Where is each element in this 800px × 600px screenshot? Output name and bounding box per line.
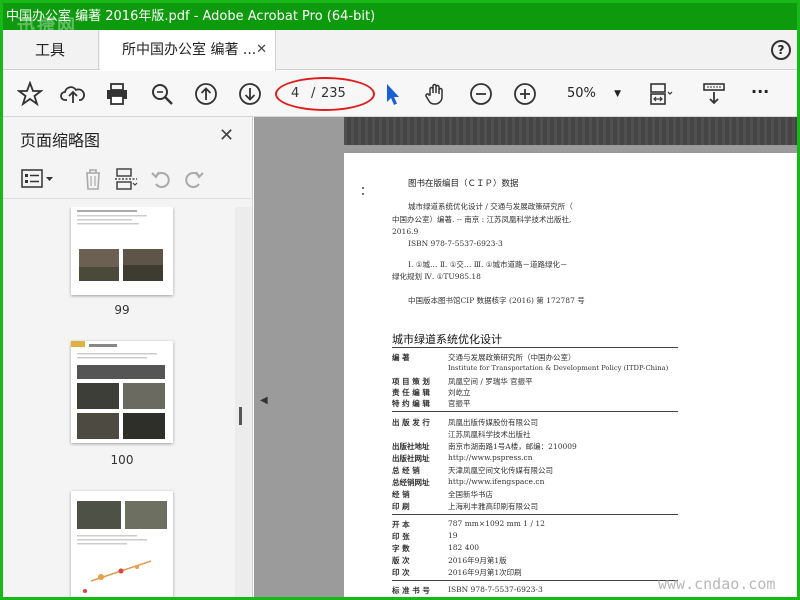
rotate-left-icon[interactable] xyxy=(149,167,173,191)
publisher-value: 南京市湖南路1号A楼，邮编：210009 xyxy=(448,442,577,451)
publisher-value: http://www.pspress.cn xyxy=(448,453,533,462)
panel-close-icon[interactable]: ✕ xyxy=(219,125,234,146)
publisher-label: 经 销 xyxy=(392,490,410,499)
page-down-icon[interactable] xyxy=(237,81,263,107)
publisher-value: 江苏凤凰科学技术出版社 xyxy=(448,430,531,439)
spec-value: 787 mm×1092 mm 1 / 12 xyxy=(448,519,545,528)
spec-value: 19 xyxy=(448,531,458,540)
spec-label: 开 本 xyxy=(392,520,410,529)
title-bar: 中国办公室 编著 2016年版.pdf - Adobe Acrobat Pro … xyxy=(3,3,797,37)
page-up-icon[interactable] xyxy=(193,81,219,107)
tab-tools[interactable]: 工具 xyxy=(3,30,99,70)
panel-toolbar xyxy=(3,159,251,199)
credit-value: 凤凰空间 / 罗瑞华 官振平 xyxy=(448,377,533,386)
delete-page-icon[interactable] xyxy=(81,167,105,191)
panel-resize-handle[interactable] xyxy=(239,407,242,425)
collapse-panel-icon[interactable]: ◀ xyxy=(260,395,268,406)
zoom-search-icon[interactable] xyxy=(149,81,175,107)
toolbar: 4 / 235 50% ▼ ··· xyxy=(3,71,797,117)
publisher-label: 出版社地址 xyxy=(392,442,430,451)
publisher-value: 上海利丰雅高印刷有限公司 xyxy=(448,502,538,511)
spec-label: 版 次 xyxy=(392,556,410,565)
publisher-value: 凤凰出版传媒股份有限公司 xyxy=(448,418,538,427)
page-thumbnail-next[interactable] xyxy=(71,491,173,597)
annotation-ellipse xyxy=(275,77,375,111)
app-window: 中国办公室 编著 2016年版.pdf - Adobe Acrobat Pro … xyxy=(0,0,800,600)
hand-tool-icon[interactable] xyxy=(423,81,449,107)
publisher-label: 总经销网址 xyxy=(392,478,430,487)
cip-line: ISBN 978-7-5537-6923-3 xyxy=(408,239,503,248)
credit-label: 编 著 xyxy=(392,353,410,362)
publisher-value: 天津凤凰空间文化传媒有限公司 xyxy=(448,466,553,475)
tab-close-icon[interactable]: ✕ xyxy=(256,30,267,70)
divider xyxy=(392,580,678,581)
previous-page-edge xyxy=(344,117,797,145)
spec-label: 字 数 xyxy=(392,544,410,553)
divider xyxy=(392,514,678,515)
zoom-out-icon[interactable] xyxy=(468,81,494,107)
cloud-upload-icon[interactable] xyxy=(60,81,86,107)
thumbnail-label: 99 xyxy=(114,303,130,317)
tab-document[interactable]: 所中国办公室 编著 ... ✕ xyxy=(100,30,276,71)
spec-label: 印 张 xyxy=(392,532,410,541)
thumbnail-scrollbar[interactable] xyxy=(235,207,251,597)
isbn-value: ISBN 978-7-5537-6923-3 xyxy=(448,585,543,594)
cip-line: 中国办公室）编著. -- 南京 : 江苏凤凰科学技术出版社, xyxy=(392,215,572,224)
chevron-down-icon: ▼ xyxy=(614,89,621,99)
publisher-value: 全国新华书店 xyxy=(448,490,493,499)
divider xyxy=(392,411,678,412)
credit-label: 项 目 策 划 xyxy=(392,377,430,386)
spec-value: 2016年9月第1次印刷 xyxy=(448,568,522,577)
page-fit-icon[interactable] xyxy=(647,81,673,107)
divider xyxy=(392,347,678,348)
print-icon[interactable] xyxy=(104,81,130,107)
publisher-value: http://www.ifengspace.cn xyxy=(448,477,545,486)
zoom-in-icon[interactable] xyxy=(512,81,538,107)
credit-value: 官振平 xyxy=(448,399,471,408)
pdf-page: 图书在版编目（ＣＩＰ）数据 城市绿道系统优化设计 / 交通与发展政策研究所（ 中… xyxy=(344,153,797,597)
page-thumbnail-100[interactable] xyxy=(71,341,173,443)
book-title: 城市绿道系统优化设计 xyxy=(392,333,502,346)
cip-title: 图书在版编目（ＣＩＰ）数据 xyxy=(408,179,519,189)
thumbnail-list: 99 100 xyxy=(3,207,235,597)
spec-value: 182 400 xyxy=(448,543,480,552)
cip-line: 绿化规划 Ⅳ. ①TU985.18 xyxy=(392,272,481,281)
bookmark-star-icon[interactable] xyxy=(16,80,44,107)
credit-value: 刘屹立 xyxy=(448,388,471,397)
spec-label: 印 次 xyxy=(392,568,410,577)
publisher-label: 出 版 发 行 xyxy=(392,418,430,427)
page-thumbnail-99[interactable] xyxy=(71,207,173,295)
publisher-label: 印 刷 xyxy=(392,502,410,511)
insert-page-icon[interactable] xyxy=(114,167,138,191)
credit-value: 交通与发展政策研究所（中国办公室） xyxy=(448,353,576,362)
cip-line: 城市绿道系统优化设计 / 交通与发展政策研究所（ xyxy=(408,202,573,211)
tab-bar: 工具 所中国办公室 编著 ... ✕ ? xyxy=(3,30,797,71)
thumbnail-options-icon[interactable] xyxy=(21,167,57,191)
help-icon[interactable]: ? xyxy=(771,40,791,60)
credit-label: 特 约 编 辑 xyxy=(392,399,430,408)
tab-document-label: 所中国办公室 编著 ... xyxy=(122,42,257,58)
select-cursor-icon[interactable] xyxy=(379,81,405,107)
credit-label: 责 任 编 辑 xyxy=(392,388,430,397)
rotate-right-icon[interactable] xyxy=(182,167,206,191)
zoom-level-select[interactable]: 50% ▼ xyxy=(555,82,629,106)
panel-title: 页面缩略图 xyxy=(20,131,101,150)
isbn-label: 标 准 书 号 xyxy=(392,586,430,595)
scroll-mode-icon[interactable] xyxy=(701,81,727,107)
more-options-icon[interactable]: ··· xyxy=(751,81,777,107)
page-thumbnails-panel: 页面缩略图 ✕ 99 100 xyxy=(3,117,253,597)
cip-line: 中国版本图书馆CIP 数据核字 (2016) 第 172787 号 xyxy=(408,296,585,305)
thumbnail-label: 100 xyxy=(110,453,134,467)
zoom-level-value: 50% xyxy=(567,86,596,101)
watermark-url: www.cndao.com xyxy=(658,575,776,593)
publisher-label: 出版社网址 xyxy=(392,454,430,463)
publisher-label: 总 经 销 xyxy=(392,466,420,475)
credit-value: Institute for Transportation & Developme… xyxy=(448,364,669,372)
cip-line: Ⅰ. ①城… Ⅱ. ①交… Ⅲ. ①城市道路－道路绿化－ xyxy=(408,260,568,269)
cip-line: 2016.9 xyxy=(392,227,419,236)
document-view[interactable]: ◀ 图书在版编目（ＣＩＰ）数据 城市绿道系统优化设计 / 交通与发展政策研究所（… xyxy=(254,117,797,597)
spec-value: 2016年9月第1版 xyxy=(448,556,507,565)
